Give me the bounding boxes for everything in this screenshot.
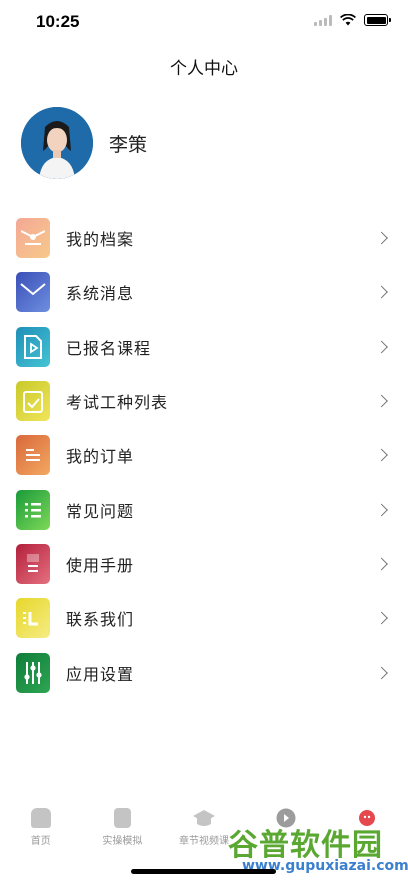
chevron-right-icon (375, 503, 388, 516)
menu-item-messages[interactable]: 系统消息 (0, 265, 408, 319)
menu-item-label: 联系我们 (66, 610, 135, 630)
home-icon (30, 808, 51, 828)
chevron-right-icon (375, 231, 388, 245)
status-indicators (314, 14, 391, 26)
chevron-right-icon (375, 394, 388, 408)
tab-label: 首页 (30, 836, 51, 847)
video-file-icon (16, 326, 50, 367)
status-time: 10:25 (36, 12, 80, 31)
contact-icon (16, 598, 50, 639)
battery-icon (364, 14, 391, 26)
menu-item-manual[interactable]: 使用手册 (0, 537, 408, 591)
wifi-icon (340, 14, 356, 26)
chevron-right-icon (375, 448, 388, 462)
cellular-signal-icon (314, 14, 332, 26)
menu-item-contact[interactable]: 联系我们 (0, 591, 408, 645)
profile-card-icon (16, 218, 50, 259)
menu-item-courses[interactable]: 已报名课程 (0, 320, 408, 374)
graduation-cap-icon (192, 810, 215, 826)
page-title: 个人中心 (170, 59, 238, 79)
chevron-right-icon (375, 611, 388, 625)
home-indicator (131, 869, 276, 874)
profile-name: 李策 (109, 133, 148, 156)
menu-list: 我的档案 系统消息 已报名课程 考试工种列表 我的订单 常见问题 使用手册 联系… (0, 211, 408, 700)
menu-item-label: 考试工种列表 (66, 393, 169, 413)
menu-item-profile[interactable]: 我的档案 (0, 211, 408, 265)
tab-label: 实操模拟 (102, 836, 143, 847)
menu-item-label: 我的订单 (66, 447, 135, 467)
status-bar: 10:25 (0, 0, 408, 44)
tab-practice[interactable]: 实操模拟 (82, 800, 164, 850)
envelope-icon (16, 272, 50, 313)
chevron-right-icon (375, 557, 388, 571)
tab-home[interactable]: 首页 (0, 800, 82, 850)
profile-header[interactable]: 李策 (21, 107, 147, 179)
menu-item-label: 系统消息 (66, 284, 135, 304)
menu-item-settings[interactable]: 应用设置 (0, 645, 408, 699)
list-icon (16, 489, 50, 530)
menu-item-exam-types[interactable]: 考试工种列表 (0, 374, 408, 428)
menu-item-label: 我的档案 (66, 230, 135, 250)
menu-item-label: 已报名课程 (66, 338, 152, 358)
menu-item-faq[interactable]: 常见问题 (0, 482, 408, 536)
avatar[interactable] (21, 107, 93, 179)
menu-item-label: 常见问题 (66, 501, 135, 521)
chevron-right-icon (375, 286, 388, 299)
menu-item-label: 应用设置 (66, 664, 135, 684)
chevron-right-icon (375, 666, 388, 679)
clipboard-check-icon (16, 381, 50, 422)
book-icon (113, 808, 131, 828)
chevron-right-icon (375, 340, 388, 354)
manual-icon (16, 543, 50, 584)
menu-item-label: 使用手册 (66, 555, 135, 575)
document-icon (16, 435, 50, 476)
sliders-icon (16, 652, 50, 693)
menu-item-orders[interactable]: 我的订单 (0, 428, 408, 482)
